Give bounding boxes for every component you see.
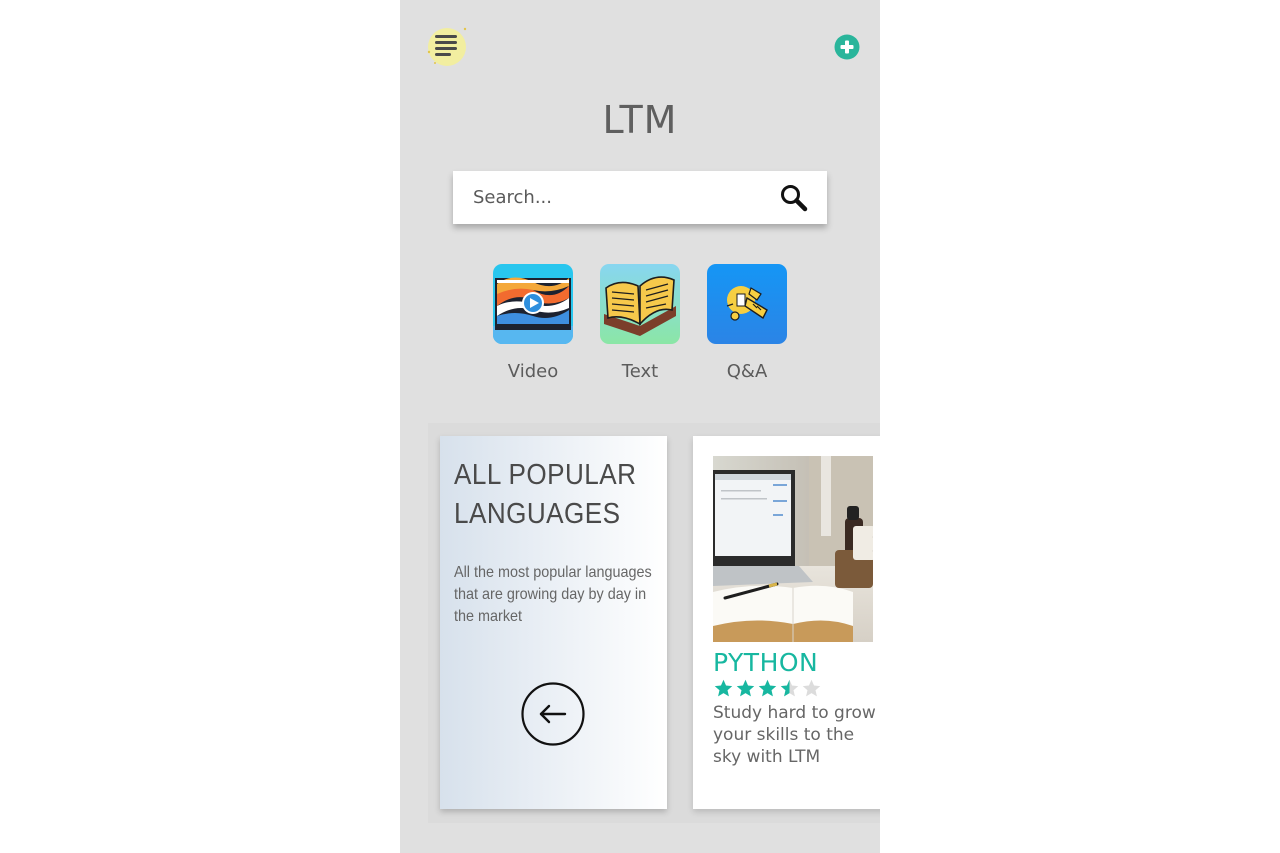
category-qa[interactable]: Q&A [707,264,787,382]
promo-description: All the most popular languages that are … [454,564,652,625]
search-input[interactable] [473,187,779,208]
video-play-icon [493,264,573,344]
star-half-icon [780,679,799,697]
star-filled-icon [736,679,755,697]
open-book-icon [600,264,680,344]
course-card-python[interactable]: PYTHON Study hard to grow your skills to… [693,436,880,809]
search-bar [453,171,827,224]
add-button[interactable] [834,34,860,60]
hamburger-menu-icon [427,27,467,66]
rating-stars [713,678,822,699]
star-filled-icon [714,679,733,697]
text-tile [600,264,680,344]
video-tile [493,264,573,344]
app-screen: LTM Video [400,0,880,853]
qa-lightbulb-icon [707,264,787,344]
promo-card[interactable]: ALL POPULAR LANGUAGES All the most popul… [440,436,667,809]
category-video[interactable]: Video [493,264,573,382]
promo-title: ALL POPULAR LANGUAGES [454,459,637,530]
promo-arrow-button[interactable] [521,682,585,746]
qa-tile [707,264,787,344]
course-image [713,456,873,642]
star-empty-icon [802,679,821,697]
star-filled-icon [758,679,777,697]
category-text-label: Text [621,361,659,382]
category-video-label: Video [507,361,559,382]
app-title: LTM [602,98,678,142]
category-text[interactable]: Text [600,264,680,382]
arrow-left-icon [521,682,585,746]
menu-button[interactable] [425,25,469,69]
course-description: Study hard to grow your skills to the sk… [713,703,876,767]
course-title: PYTHON [713,648,819,677]
search-icon[interactable] [779,183,809,213]
plus-circle-icon [834,34,860,60]
category-qa-label: Q&A [726,361,768,382]
laptop-desk-photo [713,456,873,642]
